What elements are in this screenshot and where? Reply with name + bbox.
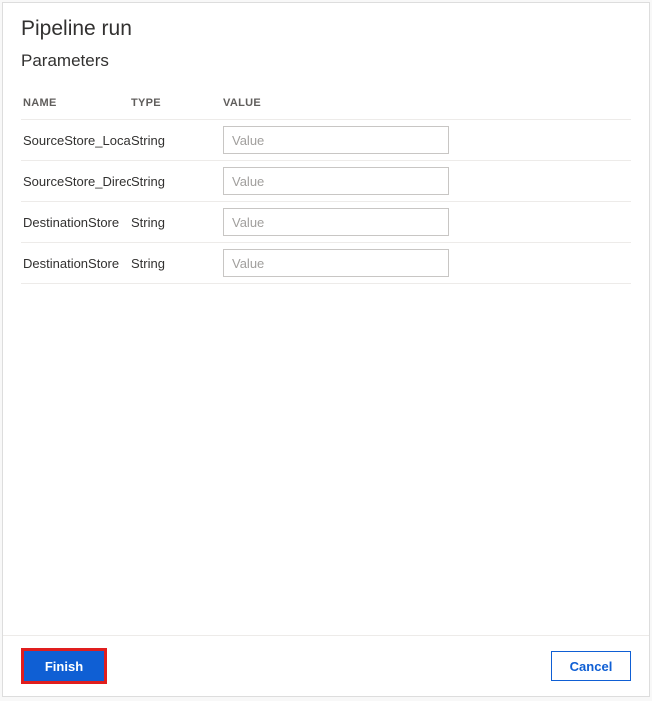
section-title: Parameters	[21, 51, 631, 71]
param-type: String	[131, 133, 223, 148]
param-name: SourceStore_Location	[23, 133, 131, 148]
table-row: DestinationStore String	[21, 202, 631, 243]
panel-header: Pipeline run	[3, 3, 649, 51]
pipeline-run-panel: Pipeline run Parameters NAME TYPE VALUE …	[2, 2, 650, 697]
finish-button-highlight: Finish	[21, 648, 107, 684]
table-row: SourceStore_Directory String	[21, 161, 631, 202]
param-value-cell	[223, 249, 629, 277]
panel-body: Parameters NAME TYPE VALUE SourceStore_L…	[3, 51, 649, 635]
table-row: SourceStore_Location String	[21, 120, 631, 161]
parameters-table: NAME TYPE VALUE SourceStore_Location Str…	[21, 87, 631, 284]
param-name: DestinationStore	[23, 215, 131, 230]
param-value-input[interactable]	[223, 126, 449, 154]
param-value-cell	[223, 208, 629, 236]
param-value-input[interactable]	[223, 208, 449, 236]
panel-title: Pipeline run	[21, 17, 631, 41]
panel-footer: Finish Cancel	[3, 635, 649, 696]
param-name: DestinationStore	[23, 256, 131, 271]
cancel-button[interactable]: Cancel	[551, 651, 631, 681]
finish-button[interactable]: Finish	[24, 651, 104, 681]
param-type: String	[131, 215, 223, 230]
param-value-cell	[223, 167, 629, 195]
param-value-cell	[223, 126, 629, 154]
table-header-row: NAME TYPE VALUE	[21, 87, 631, 120]
param-value-input[interactable]	[223, 249, 449, 277]
column-header-value: VALUE	[223, 97, 629, 109]
column-header-name: NAME	[23, 97, 131, 109]
param-name: SourceStore_Directory	[23, 174, 131, 189]
param-type: String	[131, 174, 223, 189]
param-type: String	[131, 256, 223, 271]
table-row: DestinationStore String	[21, 243, 631, 284]
param-value-input[interactable]	[223, 167, 449, 195]
column-header-type: TYPE	[131, 97, 223, 109]
